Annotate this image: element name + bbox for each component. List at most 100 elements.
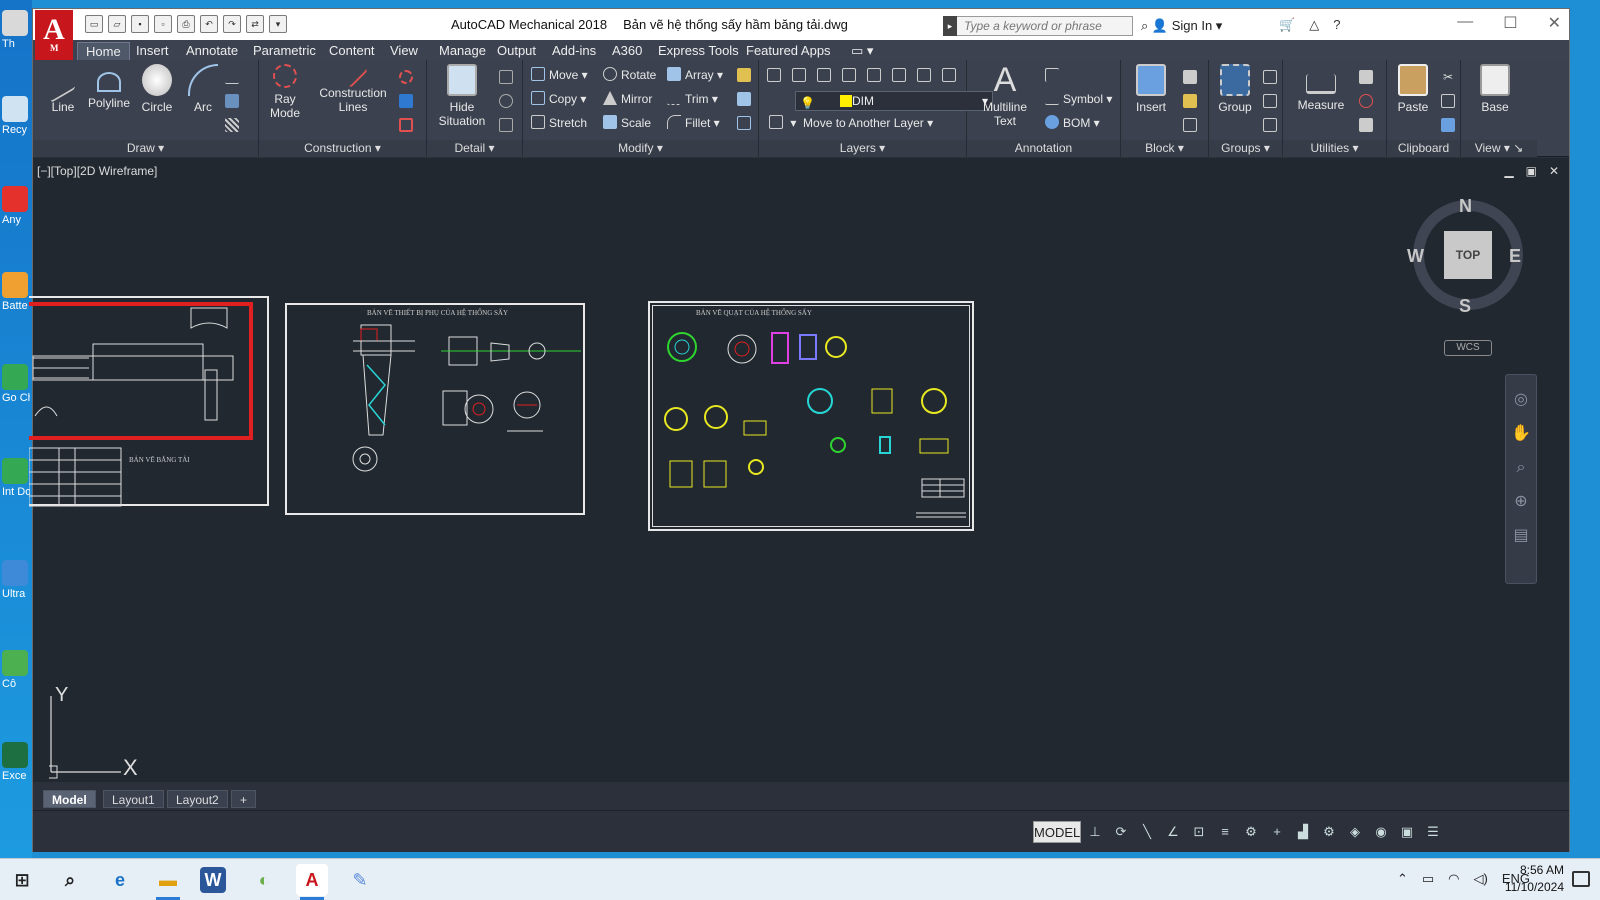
drawing-canvas[interactable]: [−][Top][2D Wireframe] ▁ ▣ ✕ TOP N S E W… [29,158,1569,782]
viewport-label[interactable]: [−][Top][2D Wireframe] [37,164,157,178]
drawing-sheet-conveyor[interactable]: BẢN VẼ BĂNG TẢI [29,296,269,507]
notification-icon[interactable] [1572,871,1590,887]
settings-gear-icon[interactable]: ⚙ [1241,821,1261,843]
zoom-extents-icon[interactable]: ⌕ [1506,451,1536,485]
compass-east[interactable]: E [1509,246,1521,267]
construction-circle-icon[interactable] [399,70,413,84]
layer-dropdown[interactable]: 💡 DIM ▾ [795,91,993,111]
detail-a-icon[interactable] [499,70,513,84]
move-to-another-layer-button[interactable]: ▾ Move to Another Layer ▾ [769,114,933,132]
magnet-icon[interactable] [1359,94,1373,108]
detail-b-icon[interactable] [499,94,513,108]
modify-panel-title[interactable]: Modify ▾ [523,140,758,157]
hardware-accel-icon[interactable]: ◉ [1371,821,1391,843]
explode-icon[interactable] [737,68,751,82]
layer-off-icon[interactable] [942,68,956,82]
construction-panel-title[interactable]: Construction ▾ [259,140,426,157]
tab-view[interactable]: View [382,42,426,60]
clock[interactable]: 8:56 AM 11/10/2024 [1505,862,1564,896]
desktop-icon[interactable]: Th [2,10,30,50]
utilities-panel-title[interactable]: Utilities ▾ [1283,140,1386,157]
layer-previous-icon[interactable] [842,68,856,82]
print-icon[interactable]: ⎙ [177,15,195,33]
construction-misc-icon[interactable] [399,118,413,132]
tab-model[interactable]: Model [43,790,96,808]
search-icon[interactable]: ⌕ [54,864,86,896]
battery-icon[interactable]: ▭ [1422,871,1434,887]
viewport-restore-icon[interactable]: ▣ [1526,164,1537,178]
viewport-minimize-icon[interactable]: ▁ [1504,164,1513,178]
tab-insert[interactable]: Insert [128,42,177,60]
lineweight-icon[interactable]: ≡ [1215,821,1235,843]
polyline-button[interactable]: Polyline [83,62,135,110]
pan-icon[interactable]: ✋ [1506,417,1536,451]
block-panel-title[interactable]: Block ▾ [1121,140,1208,157]
wcs-menu[interactable]: WCS [1444,340,1492,356]
construction-box-icon[interactable] [399,94,413,108]
desktop-icon[interactable]: Recy [2,96,30,136]
wifi-icon[interactable]: ◠ [1448,871,1459,887]
tab-layout2[interactable]: Layout2 [167,790,228,808]
copy-clip-icon[interactable] [1441,94,1455,108]
base-view-button[interactable]: Base [1469,62,1521,114]
hide-situation-button[interactable]: Hide Situation [427,62,497,128]
steering-wheel-icon[interactable]: ◎ [1506,383,1536,417]
xline-icon[interactable] [225,70,239,84]
ray-mode-button[interactable]: Ray Mode [259,62,311,120]
create-block-icon[interactable] [1183,70,1197,84]
desktop-icon[interactable]: Exce [2,742,30,782]
new-file-icon[interactable]: ▭ [85,15,103,33]
tray-expand-icon[interactable]: ⌃ [1397,871,1408,887]
file-explorer-icon[interactable]: ▬ [152,864,184,900]
windows-start-icon[interactable]: ⊞ [6,864,38,896]
save-icon[interactable]: ▪ [131,15,149,33]
edit-block-icon[interactable] [1183,94,1197,108]
word-icon[interactable]: W [200,867,226,893]
trim-button[interactable]: Trim ▾ [667,90,718,108]
scale-button[interactable]: Scale [603,114,651,132]
clean-screen-icon[interactable]: ▣ [1397,821,1417,843]
view-panel-title[interactable]: View ▾ ↘ [1461,140,1537,157]
offset-icon[interactable] [737,92,751,106]
layer-state-icon[interactable] [792,68,806,82]
polar-icon[interactable]: ∠ [1163,821,1183,843]
add-layout-button[interactable]: + [231,790,257,808]
model-space-button[interactable]: MODEL [1033,821,1081,843]
point-icon[interactable] [1359,70,1373,84]
tab-layout1[interactable]: Layout1 [103,790,164,808]
viewport-close-icon[interactable]: ✕ [1549,164,1559,178]
exchange-icon[interactable]: △ [1309,17,1319,33]
hatch-icon[interactable] [225,118,239,132]
copy-button[interactable]: Copy ▾ [531,90,586,108]
help-icon[interactable]: ? [1333,17,1340,33]
compass-south[interactable]: S [1459,296,1471,317]
tab-express-tools[interactable]: Express Tools [650,42,747,60]
tab-manage[interactable]: Manage [431,42,494,60]
ortho-icon[interactable]: ╲ [1137,821,1157,843]
annotation-panel-title[interactable]: Annotation [967,140,1120,157]
ribbon-options-icon[interactable]: ▭ ▾ [843,42,881,60]
layer-unisolate-icon[interactable] [892,68,906,82]
annotation-scale-icon[interactable]: ▟ [1293,821,1313,843]
insert-block-button[interactable]: Insert [1125,62,1177,114]
group-edit-icon[interactable] [1263,94,1277,108]
tab-content[interactable]: Content [321,42,383,60]
rotate-button[interactable]: Rotate [603,66,656,84]
move-button[interactable]: Move ▾ [531,66,588,84]
plus-icon[interactable]: + [1267,821,1287,843]
circle-button[interactable]: Circle [131,62,183,114]
layer-freeze-icon[interactable] [917,68,931,82]
dimension-icon[interactable] [1045,68,1059,82]
layer-isolate-icon[interactable] [867,68,881,82]
tab-home[interactable]: Home [77,42,130,60]
undo-icon[interactable]: ↶ [200,15,218,33]
desktop-icon[interactable]: Go Ch [2,364,30,404]
block-attr-icon[interactable] [1183,118,1197,132]
stretch-button[interactable]: Stretch [531,114,587,132]
desktop-icon[interactable]: Any [2,186,30,226]
edge-icon[interactable]: e [104,864,136,896]
grid-icon[interactable]: ⊥ [1085,821,1105,843]
volume-icon[interactable]: ◁) [1474,871,1488,887]
match-properties-icon[interactable] [1441,118,1455,132]
isolate-icon[interactable]: ◈ [1345,821,1365,843]
